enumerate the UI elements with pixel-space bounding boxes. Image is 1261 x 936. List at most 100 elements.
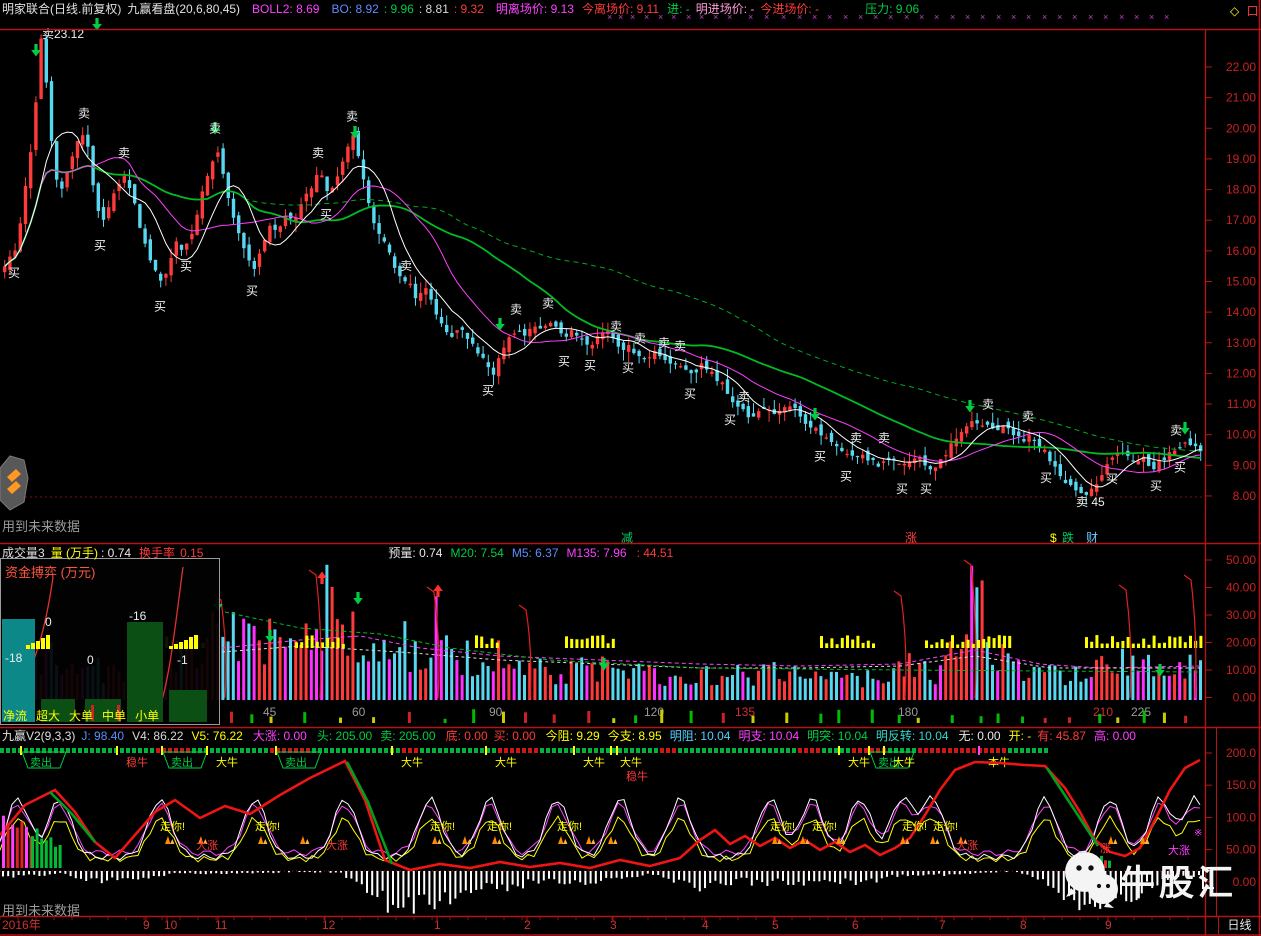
buy-label: 买 xyxy=(814,450,826,464)
buy-label: 买 xyxy=(724,413,736,427)
cross-mark: × xyxy=(1026,12,1031,22)
small-order-bar xyxy=(169,690,207,722)
watermark-text: 牛股汇 xyxy=(1120,855,1237,906)
diamond-icon[interactable]: ◇ xyxy=(1230,4,1239,18)
cross-mark: × xyxy=(1164,12,1169,22)
sell-label: 卖 xyxy=(658,336,670,350)
volume-header-segment: M135: 7.96 xyxy=(567,546,627,561)
oscillator-axis-label: 200.0 xyxy=(1226,746,1256,760)
overlay-mini-bars xyxy=(23,631,203,651)
oscillator-header-segment: 明突: 10.04 xyxy=(807,729,868,744)
capital-game-overlay: 资金搏弈 (万元) -18 0 -16 0 -1 净流超大大单中单小单 xyxy=(0,558,220,725)
oscillator-header-segment: 明阻: 10.04 xyxy=(670,729,731,744)
price-axis-label: 17.00 xyxy=(1226,213,1256,227)
zouni-label: 走你! xyxy=(770,820,795,833)
volume-header-segment: M5: 6.37 xyxy=(512,546,559,561)
header-segment: 压力: 9.06 xyxy=(865,2,919,17)
buy-label: 买 xyxy=(320,208,332,222)
oscillator-header-segment: 开: - xyxy=(1009,729,1032,744)
volume-header: 成交量3量 (万手): 0.74换手率0.15预量: 0.74M20: 7.54… xyxy=(0,546,673,561)
buy-label: 买 xyxy=(684,387,696,401)
sell-label: 卖 xyxy=(346,109,358,123)
overlay-legend-item[interactable]: 大单 xyxy=(69,709,93,723)
overlay-legend-item[interactable]: 净流 xyxy=(3,709,27,723)
badge-跌[interactable]: 跌 xyxy=(1062,530,1074,545)
price-axis-label: 12.00 xyxy=(1226,366,1256,380)
header-segment: BO: 8.92 xyxy=(331,2,378,17)
big-order-value: 0 xyxy=(87,653,94,667)
zouni-label: 走你! xyxy=(160,820,185,833)
sell-label: 卖 xyxy=(400,259,412,273)
future-data-note: 用到未来数据 xyxy=(2,516,80,535)
volume-axis-label: 40.00 xyxy=(1226,581,1256,595)
oscillator-header-segment: 卖: 205.00 xyxy=(380,729,435,744)
app-window: ××××××××××××××××××××××××××××××××××××××卖卖… xyxy=(0,0,1261,936)
sell-label: 卖 xyxy=(674,339,686,353)
volume-axis-label: 0.00 xyxy=(1233,691,1257,705)
sell-label: 卖 xyxy=(850,431,862,445)
header-segment: : 8.81 xyxy=(419,2,449,17)
oscillator-header-segment: 买: 0.00 xyxy=(494,729,536,744)
buy-label: 买 xyxy=(920,482,932,496)
flag-label: 大牛 xyxy=(401,755,423,769)
buy-sell-labels: 卖卖卖卖卖卖卖卖卖卖卖卖卖卖卖卖卖卖买买买买买买买买买买买买买买买买买买买买卖2… xyxy=(8,27,1186,509)
mid-order-value: -16 xyxy=(129,609,146,623)
overlay-legend-item[interactable]: 小单 xyxy=(135,709,159,723)
volume-axis-label: 30.00 xyxy=(1226,608,1256,622)
cross-mark: × xyxy=(934,12,939,22)
flag-label: 卖出 xyxy=(171,755,193,769)
cross-mark: × xyxy=(1057,12,1062,22)
buy-label: 买 xyxy=(622,361,634,375)
buy-label: 买 xyxy=(94,238,106,252)
period-selector[interactable]: 日线 xyxy=(1218,917,1260,934)
watermark: 牛股汇 xyxy=(1062,850,1237,910)
timeline-year: 2016年 xyxy=(2,918,41,932)
price-axis-label: 14.00 xyxy=(1226,305,1256,319)
volume-header-segment: : 0.74 xyxy=(101,546,131,561)
volume-axis-label: 10.00 xyxy=(1226,663,1256,677)
oscillator-header-segment: 底: 0.00 xyxy=(446,729,488,744)
buy-label: 买 xyxy=(154,300,166,314)
frame-lines xyxy=(0,0,1261,936)
oscillator-annotations: 走你!走你!走你!走你!走你!走你!走你!走你!走你!大涨大涨大涨涨大涨※ xyxy=(160,820,1214,888)
flag-label: 大牛 xyxy=(620,755,642,769)
oscillator-header-segment: V4: 86.22 xyxy=(132,729,183,744)
price-axis-label: 20.00 xyxy=(1226,121,1256,135)
header-segment: 今进场价: - xyxy=(760,2,819,17)
ticks-row: 456090120135180210225 xyxy=(230,705,1187,723)
oscillator-header-segment: 有: 45.87 xyxy=(1037,729,1086,744)
oscillator-header-segment: 高: 0.00 xyxy=(1094,729,1136,744)
cross-mark: × xyxy=(1134,12,1139,22)
header-segment: 今离场价: 9.11 xyxy=(582,2,659,17)
cross-mark: × xyxy=(996,12,1001,22)
axis-labels: 22.0021.0020.0019.0018.0017.0016.0015.00… xyxy=(1205,60,1256,889)
oscillator-axis-label: 100.0 xyxy=(1226,810,1256,824)
buy-label: 买 xyxy=(1106,472,1118,486)
cross-mark: × xyxy=(950,12,955,22)
cross-mark: × xyxy=(1042,12,1047,22)
broker-logo-badge xyxy=(0,455,30,520)
price-axis-label: 19.00 xyxy=(1226,152,1256,166)
overlay-legend-item[interactable]: 超大 xyxy=(36,709,60,723)
cross-mark: × xyxy=(919,12,924,22)
flag-label: 卖出 xyxy=(285,755,307,769)
count-label: 90 xyxy=(489,705,503,719)
buy-label: 买 xyxy=(896,482,908,496)
sell-label: 卖 xyxy=(982,397,994,411)
header-bar: 明家联合(日线.前复权)九赢看盘(20,6,80,45)BOLL2: 8.69B… xyxy=(0,2,919,17)
oscillator-header-segment: 明反转: 10.04 xyxy=(876,729,949,744)
zouni-label: 走你! xyxy=(933,820,958,833)
price-axis-label: 18.00 xyxy=(1226,183,1256,197)
price-axis-label: 21.00 xyxy=(1226,91,1256,105)
cross-mark: × xyxy=(1119,12,1124,22)
timeline: 2016年9101112123456789 xyxy=(0,917,1188,932)
timeline-month: 10 xyxy=(164,918,178,932)
window-icon[interactable]: 口 xyxy=(1247,4,1259,18)
buy-label: 买 xyxy=(246,284,258,298)
wechat-icon xyxy=(1062,850,1120,910)
overlay-legend-item[interactable]: 中单 xyxy=(102,709,126,723)
zouni-label: 走你! xyxy=(487,820,512,833)
zouni-label: 走你! xyxy=(812,820,837,833)
badge-涨[interactable]: 涨 xyxy=(905,530,917,545)
count-label: 60 xyxy=(352,705,366,719)
